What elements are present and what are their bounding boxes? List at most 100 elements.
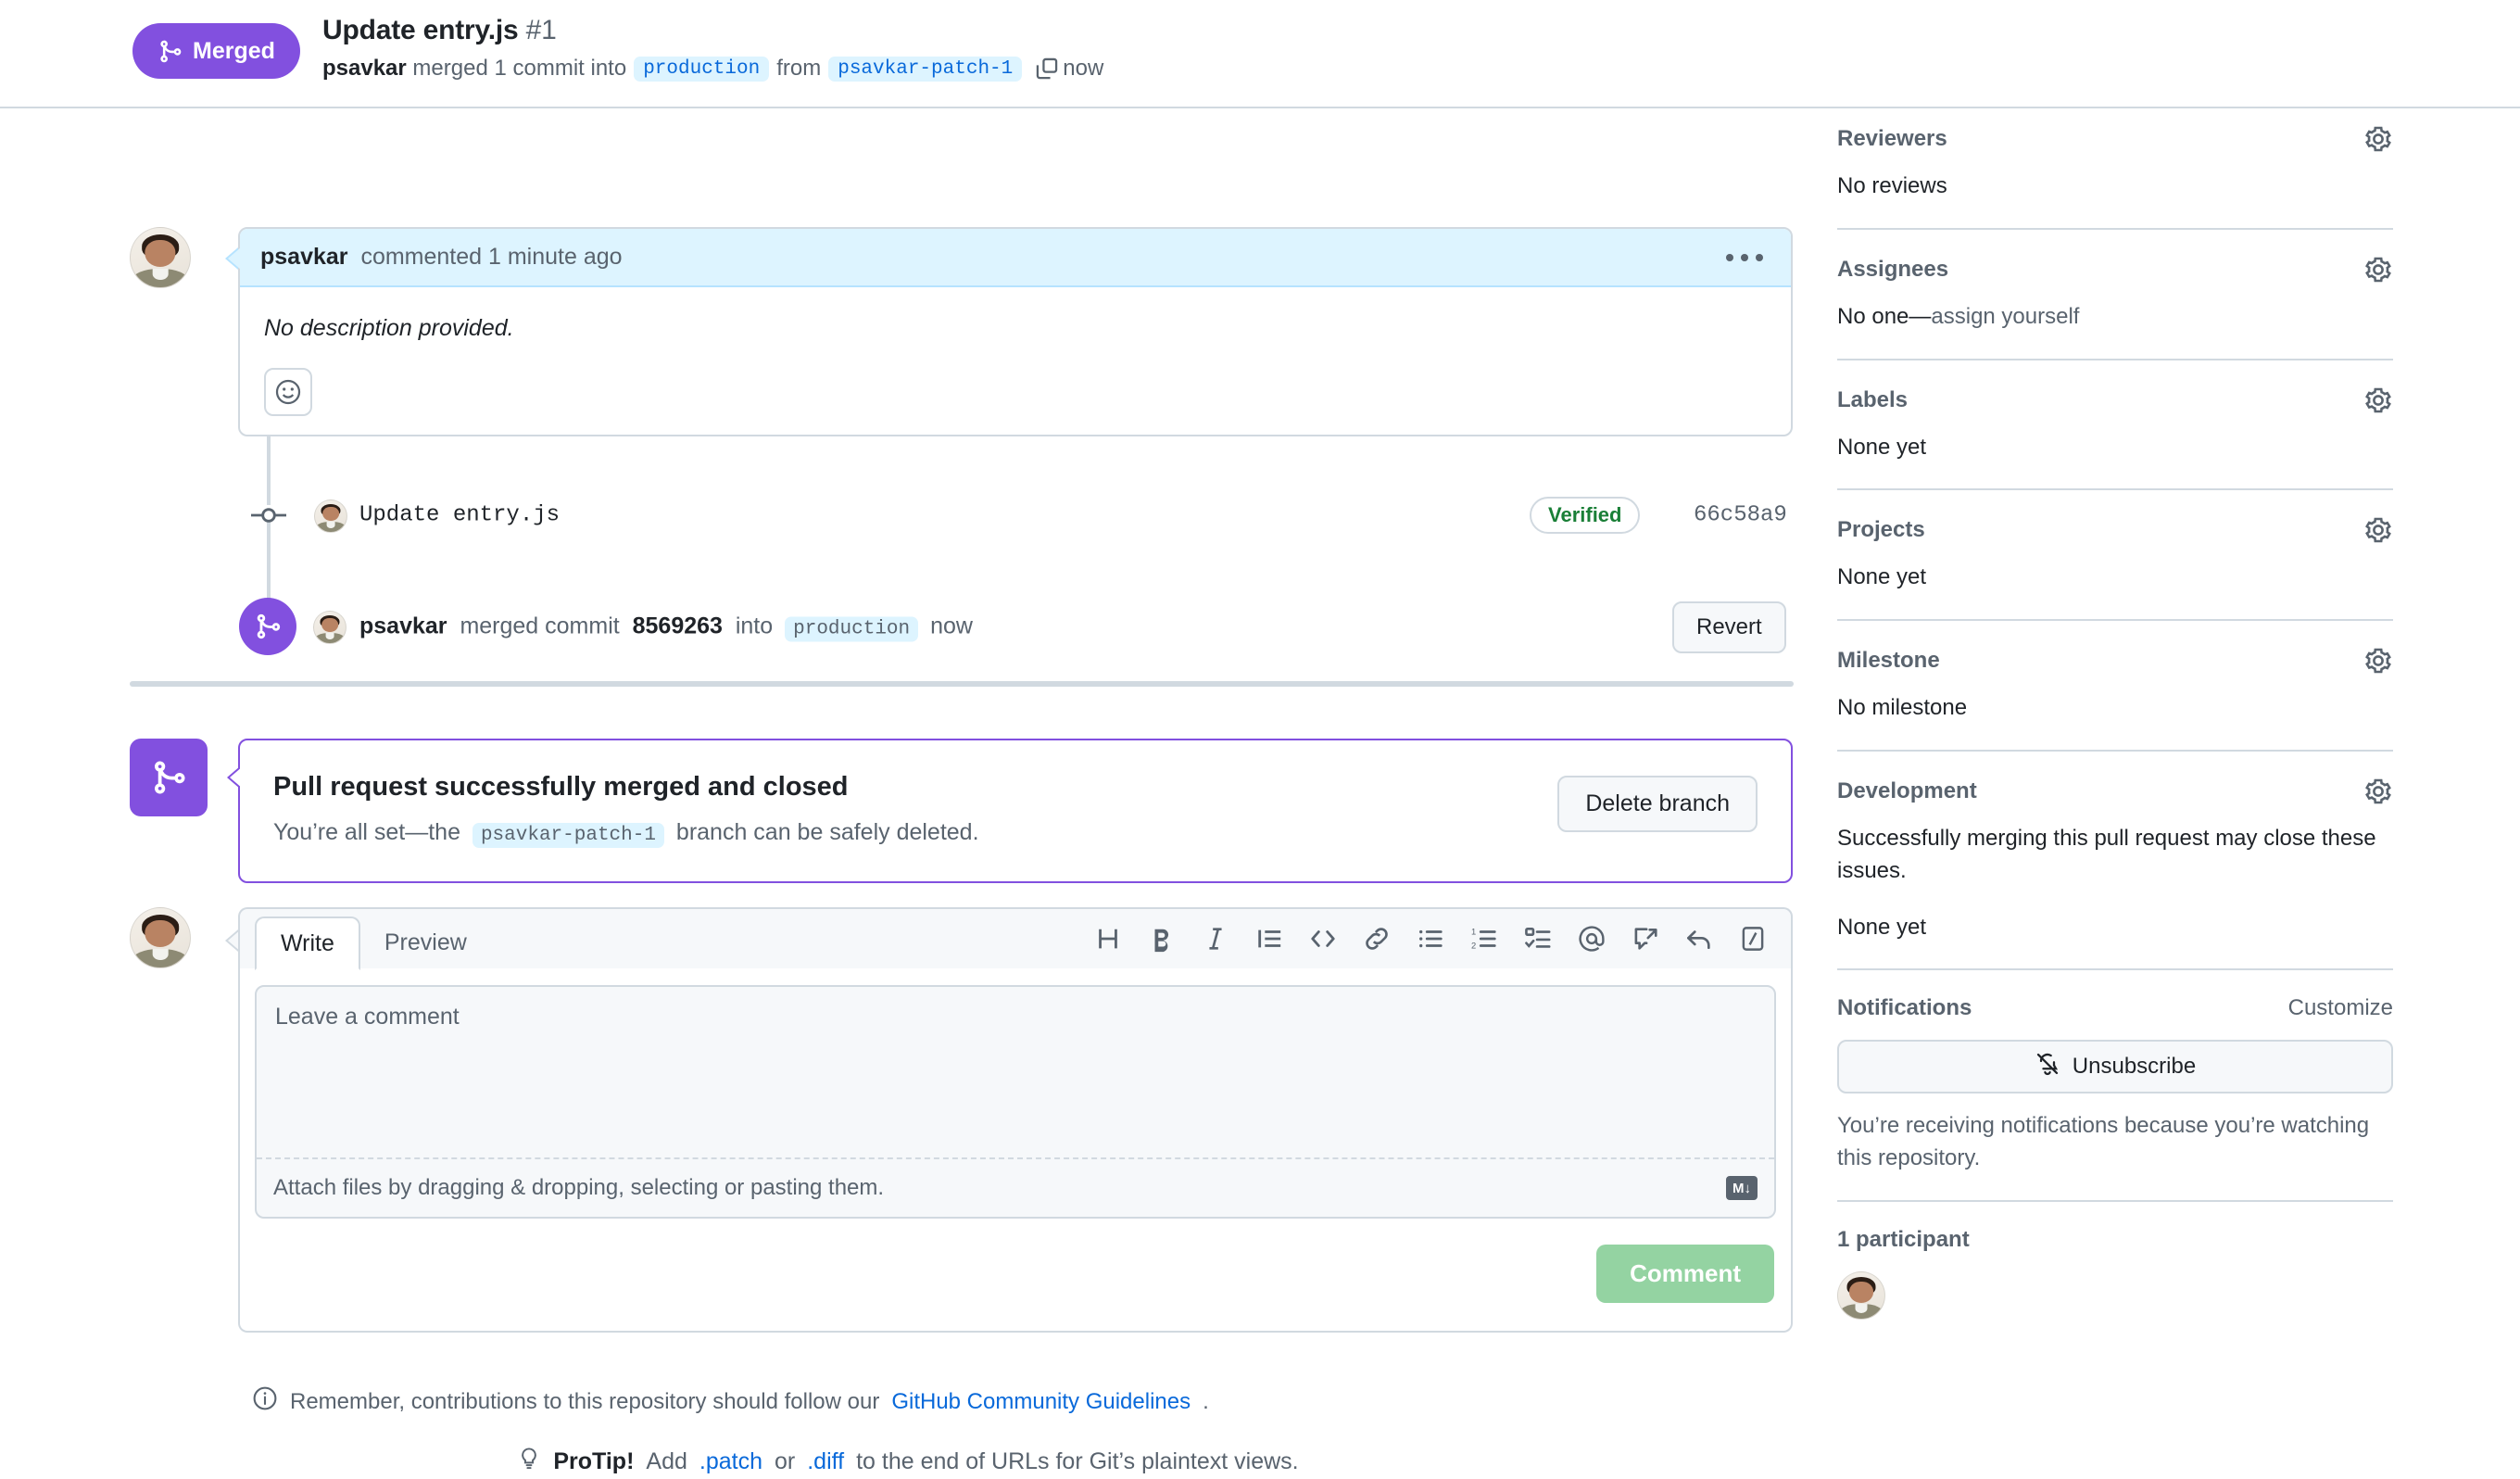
slash-command-icon[interactable] <box>1737 923 1769 954</box>
guidelines-text-after: . <box>1203 1389 1209 1415</box>
base-branch-chip[interactable]: production <box>634 57 769 82</box>
gear-icon[interactable] <box>2363 515 2393 545</box>
comment-input-wrap: Leave a comment Attach files by dragging… <box>255 985 1776 1219</box>
commit-sha[interactable]: 66c58a9 <box>1694 503 1787 528</box>
community-guidelines-note: Remember, contributions to this reposito… <box>252 1385 1808 1418</box>
pr-from-text: from <box>776 56 821 82</box>
merged-branch-chip[interactable]: psavkar-patch-1 <box>472 823 664 848</box>
reference-icon[interactable] <box>1630 923 1661 954</box>
smiley-icon[interactable] <box>264 368 312 416</box>
bold-icon[interactable] <box>1146 923 1178 954</box>
revert-button[interactable]: Revert <box>1672 601 1786 653</box>
assign-yourself-link[interactable]: assign yourself <box>1931 304 2079 329</box>
kebab-horizontal-icon[interactable] <box>1719 246 1770 269</box>
avatar[interactable] <box>314 499 347 533</box>
guidelines-link[interactable]: GitHub Community Guidelines <box>891 1389 1191 1415</box>
avatar[interactable] <box>313 611 346 644</box>
quote-icon[interactable] <box>1254 923 1285 954</box>
light-bulb-icon <box>517 1445 541 1479</box>
sidebar-development-value: None yet <box>1837 912 2393 944</box>
notifications-note: You’re receiving notifications because y… <box>1837 1110 2393 1175</box>
reply-icon[interactable] <box>1683 923 1715 954</box>
sidebar-reviewers-title: Reviewers <box>1837 126 1947 152</box>
pr-title-text: Update entry.js <box>322 15 519 45</box>
comment-input[interactable]: Leave a comment <box>257 987 1774 1159</box>
verified-badge[interactable]: Verified <box>1530 497 1640 534</box>
comment-submit-button[interactable]: Comment <box>1596 1245 1774 1303</box>
timeline-merge-row: psavkar merged commit 8569263 into produ… <box>0 598 1816 657</box>
sidebar-section-assignees: Assignees No one—assign yourself <box>1837 255 2393 334</box>
heading-icon[interactable] <box>1092 923 1124 954</box>
timeline-commit-row: Update entry.js Verified 66c58a9 <box>0 490 1816 540</box>
merged-panel: Pull request successfully merged and clo… <box>238 739 1793 883</box>
sidebar-development-title: Development <box>1837 778 1977 804</box>
sidebar-section-milestone: Milestone No milestone <box>1837 646 2393 725</box>
git-merge-icon <box>130 739 208 816</box>
avatar[interactable] <box>130 227 191 288</box>
commit-message[interactable]: Update entry.js <box>359 503 560 528</box>
divider <box>1837 968 2393 970</box>
pr-time: now <box>1063 56 1103 82</box>
comment-composer-wrap: Write Preview 12 <box>130 907 191 968</box>
git-commit-icon <box>251 503 286 527</box>
sidebar-labels-title: Labels <box>1837 387 1908 413</box>
customize-link[interactable]: Customize <box>2288 995 2393 1021</box>
pr-author[interactable]: psavkar <box>322 56 407 82</box>
merge-text-into: into <box>736 613 773 639</box>
attach-hint-text: Attach files by dragging & dropping, sel… <box>273 1175 884 1201</box>
divider <box>1837 359 2393 360</box>
sidebar-notifications-title: Notifications <box>1837 995 1972 1021</box>
status-badge-label: Merged <box>193 38 275 65</box>
mention-icon[interactable] <box>1576 923 1607 954</box>
unsubscribe-button[interactable]: Unsubscribe <box>1837 1040 2393 1093</box>
gear-icon[interactable] <box>2363 646 2393 676</box>
delete-branch-button[interactable]: Delete branch <box>1557 776 1758 832</box>
gear-icon[interactable] <box>2363 255 2393 284</box>
italic-icon[interactable] <box>1200 923 1231 954</box>
pr-number: #1 <box>526 15 557 45</box>
avatar[interactable] <box>1837 1271 1885 1320</box>
divider <box>1837 488 2393 490</box>
link-icon[interactable] <box>1361 923 1392 954</box>
page-title: Update entry.js #1 <box>322 15 557 46</box>
guidelines-text-before: Remember, contributions to this reposito… <box>290 1389 879 1415</box>
head-branch-chip[interactable]: psavkar-patch-1 <box>828 57 1022 82</box>
participants-title: 1 participant <box>1837 1227 1970 1253</box>
merge-branch-chip[interactable]: production <box>785 617 918 642</box>
protip-diff-link[interactable]: .diff <box>807 1448 844 1475</box>
composer-body: Leave a comment Attach files by dragging… <box>238 968 1793 1333</box>
sidebar-section-reviewers: Reviewers No reviews <box>1837 124 2393 203</box>
comment-author[interactable]: psavkar <box>260 244 348 270</box>
divider <box>1837 750 2393 752</box>
copy-icon[interactable] <box>1035 57 1059 81</box>
assignees-none-text: No one— <box>1837 304 1931 329</box>
svg-text:2: 2 <box>1471 942 1476 951</box>
merge-actor[interactable]: psavkar <box>359 613 447 639</box>
attach-hint-row: Attach files by dragging & dropping, sel… <box>257 1159 1774 1217</box>
sidebar-development-description: Successfully merging this pull request m… <box>1837 823 2393 888</box>
task-list-icon[interactable] <box>1522 923 1554 954</box>
comment-bubble-arrow-inner <box>228 247 241 270</box>
merge-time: now <box>930 613 973 639</box>
merge-event-text: psavkar merged commit 8569263 into produ… <box>359 613 973 642</box>
comment-meta: commented 1 minute ago <box>360 244 622 270</box>
divider <box>1837 619 2393 621</box>
divider <box>1837 228 2393 230</box>
gear-icon[interactable] <box>2363 386 2393 415</box>
protip-patch-link[interactable]: .patch <box>699 1448 762 1475</box>
sidebar-reviewers-value: No reviews <box>1837 171 2393 203</box>
merge-commit-sha[interactable]: 8569263 <box>633 613 723 639</box>
merged-panel-subtitle: You’re all set—the psavkar-patch-1 branc… <box>273 819 1758 848</box>
markdown-icon[interactable]: M↓ <box>1726 1176 1758 1200</box>
gear-icon[interactable] <box>2363 124 2393 154</box>
tab-preview[interactable]: Preview <box>360 916 491 968</box>
sidebar-milestone-value: No milestone <box>1837 692 2393 725</box>
code-icon[interactable] <box>1307 923 1339 954</box>
bell-slash-icon <box>2035 1051 2060 1083</box>
ordered-list-icon[interactable]: 12 <box>1468 923 1500 954</box>
tab-write[interactable]: Write <box>255 916 360 970</box>
avatar[interactable] <box>130 907 191 968</box>
unordered-list-icon[interactable] <box>1415 923 1446 954</box>
gear-icon[interactable] <box>2363 777 2393 806</box>
protip-before: Add <box>646 1448 687 1475</box>
